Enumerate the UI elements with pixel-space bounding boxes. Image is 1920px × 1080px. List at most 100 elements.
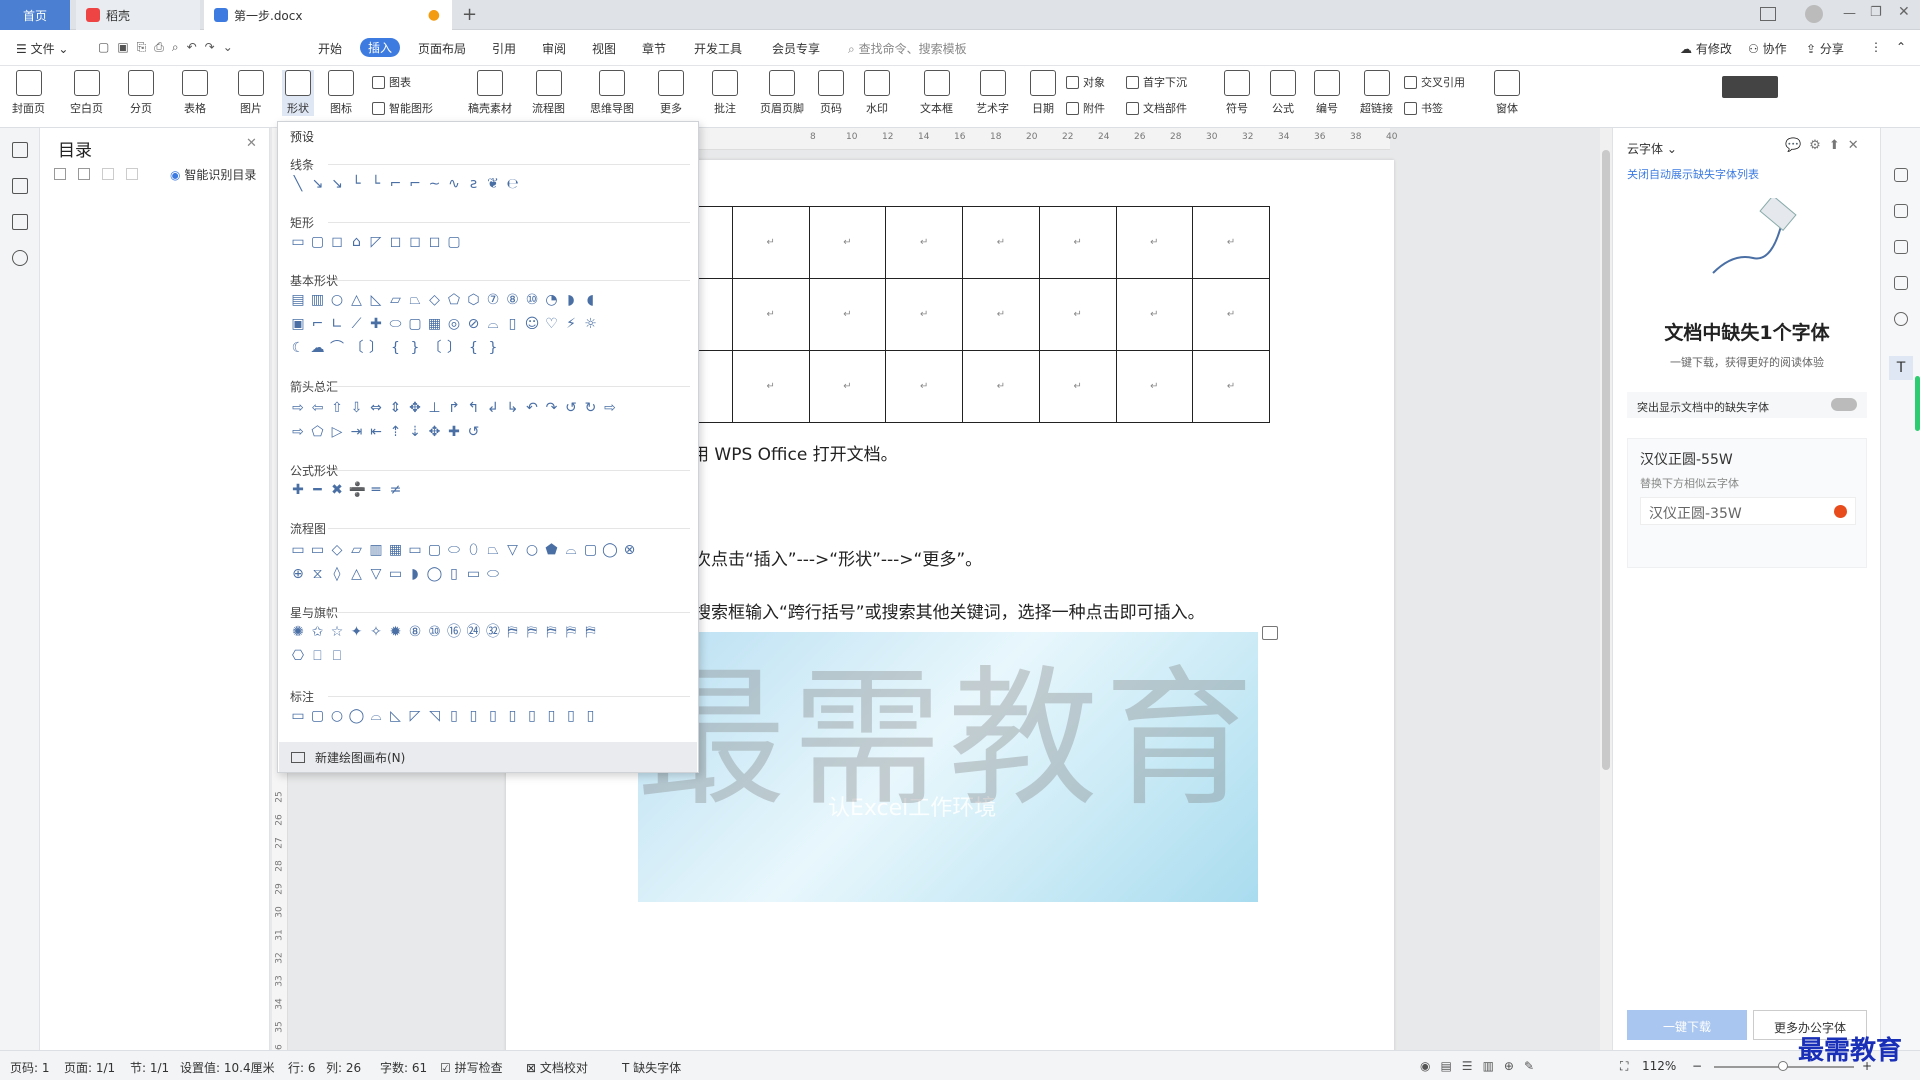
watermark-button[interactable]: 水印 — [864, 70, 890, 116]
shape-option-icon[interactable]: ▣ — [290, 316, 306, 332]
shape-option-icon[interactable]: ↺ — [563, 400, 579, 416]
shape-option-icon[interactable]: └ — [368, 176, 384, 192]
shape-option-icon[interactable]: ⌓ — [368, 708, 384, 724]
tab-document[interactable]: 第一步.docx ● — [204, 0, 452, 30]
view-mode-buttons[interactable]: ◉▤☰▥⊕✎ — [1420, 1059, 1544, 1073]
replacement-font-option[interactable]: 汉仪正圆-35W — [1640, 497, 1856, 525]
quick-access-toolbar[interactable]: ▢▣⎘⎙⌕↶↷⌄ — [98, 40, 241, 55]
shape-option-icon[interactable]: ━ — [310, 482, 326, 498]
shape-option-icon[interactable]: ⇨ — [290, 424, 306, 440]
shape-option-icon[interactable]: ⧖ — [310, 566, 326, 582]
close-auto-link[interactable]: 关闭自动展示缺失字体列表 — [1627, 166, 1759, 182]
shape-option-icon[interactable]: ⇡ — [388, 424, 404, 440]
close-window-button[interactable]: ✕ — [1898, 4, 1910, 20]
shape-option-icon[interactable]: ⛿ — [505, 624, 521, 640]
table-cell[interactable]: ↵ — [731, 350, 810, 423]
has-changes-button[interactable]: ☁ 有修改 — [1680, 40, 1732, 57]
shape-option-icon[interactable]: ◸ — [368, 234, 384, 250]
tab-daoke[interactable]: 稻壳 — [76, 0, 200, 30]
shape-option-icon[interactable]: ↘ — [310, 176, 326, 192]
mindmap-button[interactable]: 思维导图 — [590, 70, 634, 116]
shape-option-icon[interactable]: ⇨ — [602, 400, 618, 416]
shape-option-icon[interactable]: ⬭ — [388, 316, 404, 332]
settings-rail-icon[interactable] — [1894, 276, 1908, 290]
shape-option-icon[interactable]: ⑩ — [427, 624, 443, 640]
download-all-button[interactable]: 一键下载 — [1627, 1010, 1747, 1040]
shape-option-icon[interactable]: ▥ — [368, 542, 384, 558]
shape-option-icon[interactable]: ⎕ — [329, 648, 345, 664]
layout-icon[interactable] — [1760, 7, 1776, 21]
shape-option-icon[interactable]: ◇ — [329, 542, 345, 558]
shape-option-icon[interactable]: ○ — [329, 292, 345, 308]
shape-option-icon[interactable]: ▯ — [446, 566, 462, 582]
scrollbar-thumb[interactable] — [1602, 150, 1610, 770]
shape-option-icon[interactable]: └ — [349, 176, 365, 192]
shape-option-icon[interactable]: ⇥ — [349, 424, 365, 440]
table-cell[interactable]: ↵ — [1038, 206, 1117, 279]
shape-option-icon[interactable]: ⛿ — [583, 624, 599, 640]
shape-option-icon[interactable]: ✧ — [368, 624, 384, 640]
shape-option-icon[interactable]: ✖ — [329, 482, 345, 498]
shape-option-icon[interactable]: ∟ — [329, 316, 345, 332]
control-widget-icon[interactable] — [1722, 76, 1778, 98]
shape-option-icon[interactable]: ▢ — [310, 234, 326, 250]
shape-option-icon[interactable]: ⏢ — [485, 542, 501, 558]
table-cell[interactable]: ↵ — [1192, 278, 1270, 351]
flowchart-button[interactable]: 流程图 — [532, 70, 565, 116]
font-rail-icon[interactable]: T — [1889, 356, 1913, 380]
shape-option-icon[interactable]: ⑧ — [505, 292, 521, 308]
shape-option-icon[interactable]: ◹ — [427, 708, 443, 724]
menu-chapter[interactable]: 章节 — [642, 40, 666, 57]
shape-option-icon[interactable]: ▢ — [446, 234, 462, 250]
doc-line-1[interactable]: 用 WPS Office 打开文档。 — [692, 440, 898, 465]
table-cell[interactable]: ↵ — [1115, 350, 1194, 423]
page-break-button[interactable]: 分页 — [128, 70, 154, 116]
shape-option-icon[interactable]: ◔ — [544, 292, 560, 308]
shape-option-icon[interactable]: ◺ — [368, 292, 384, 308]
shape-option-icon[interactable]: ▦ — [388, 542, 404, 558]
shape-option-icon[interactable]: ⌓ — [485, 316, 501, 332]
shape-option-icon[interactable]: ═ — [368, 482, 384, 498]
textbox-button[interactable]: 文本框 — [920, 70, 953, 116]
help-rail-icon[interactable] — [1894, 312, 1908, 326]
shape-option-icon[interactable]: ◻ — [427, 234, 443, 250]
add-heading-icon[interactable] — [102, 168, 114, 180]
table-cell[interactable]: ↵ — [1038, 350, 1117, 423]
shape-option-icon[interactable]: ▯ — [563, 708, 579, 724]
shape-option-icon[interactable]: { — [388, 340, 404, 356]
shape-option-icon[interactable]: ⌂ — [349, 234, 365, 250]
shape-option-icon[interactable]: ☺ — [524, 316, 540, 332]
shape-option-icon[interactable]: ⬭ — [485, 566, 501, 582]
shape-option-icon[interactable]: ƨ — [466, 176, 482, 192]
shape-option-icon[interactable]: ▭ — [290, 708, 306, 724]
table-cell[interactable]: ↵ — [808, 206, 887, 279]
shape-option-icon[interactable]: } — [407, 340, 423, 356]
shape-option-icon[interactable]: ▱ — [349, 542, 365, 558]
proof-button[interactable]: ⊠ 文档校对 — [526, 1059, 588, 1076]
smartart-button[interactable]: 智能图形 — [372, 100, 433, 116]
shape-option-icon[interactable]: ⑧ — [407, 624, 423, 640]
wordart-button[interactable]: 艺术字 — [976, 70, 1009, 116]
expand-icon[interactable] — [54, 168, 66, 180]
style-rail-icon[interactable] — [1894, 168, 1908, 182]
shape-option-icon[interactable]: ☼ — [583, 316, 599, 332]
shape-option-icon[interactable]: ⬠ — [310, 424, 326, 440]
shape-option-icon[interactable]: ⚡ — [563, 316, 579, 332]
shape-option-icon[interactable]: ✚ — [290, 482, 306, 498]
table-cell[interactable]: ↵ — [962, 350, 1040, 423]
menu-insert[interactable]: 插入 — [360, 38, 401, 57]
table-cell[interactable]: ↵ — [808, 350, 887, 423]
shape-option-icon[interactable]: ◻ — [329, 234, 345, 250]
shape-option-icon[interactable]: ▢ — [407, 316, 423, 332]
new-canvas-button[interactable]: 新建绘图画布(N) — [279, 742, 697, 772]
zoom-slider-thumb[interactable] — [1778, 1061, 1788, 1071]
shape-option-icon[interactable]: ◇ — [427, 292, 443, 308]
shape-option-icon[interactable]: ↺ — [466, 424, 482, 440]
shape-option-icon[interactable]: ⛿ — [544, 624, 560, 640]
shape-option-icon[interactable]: ◯ — [427, 566, 443, 582]
shape-option-icon[interactable]: ✦ — [349, 624, 365, 640]
table-cell[interactable]: ↵ — [885, 350, 964, 423]
avatar[interactable] — [1805, 5, 1823, 23]
dropcap-button[interactable]: 首字下沉 — [1126, 74, 1187, 90]
shape-option-icon[interactable]: ↱ — [446, 400, 462, 416]
